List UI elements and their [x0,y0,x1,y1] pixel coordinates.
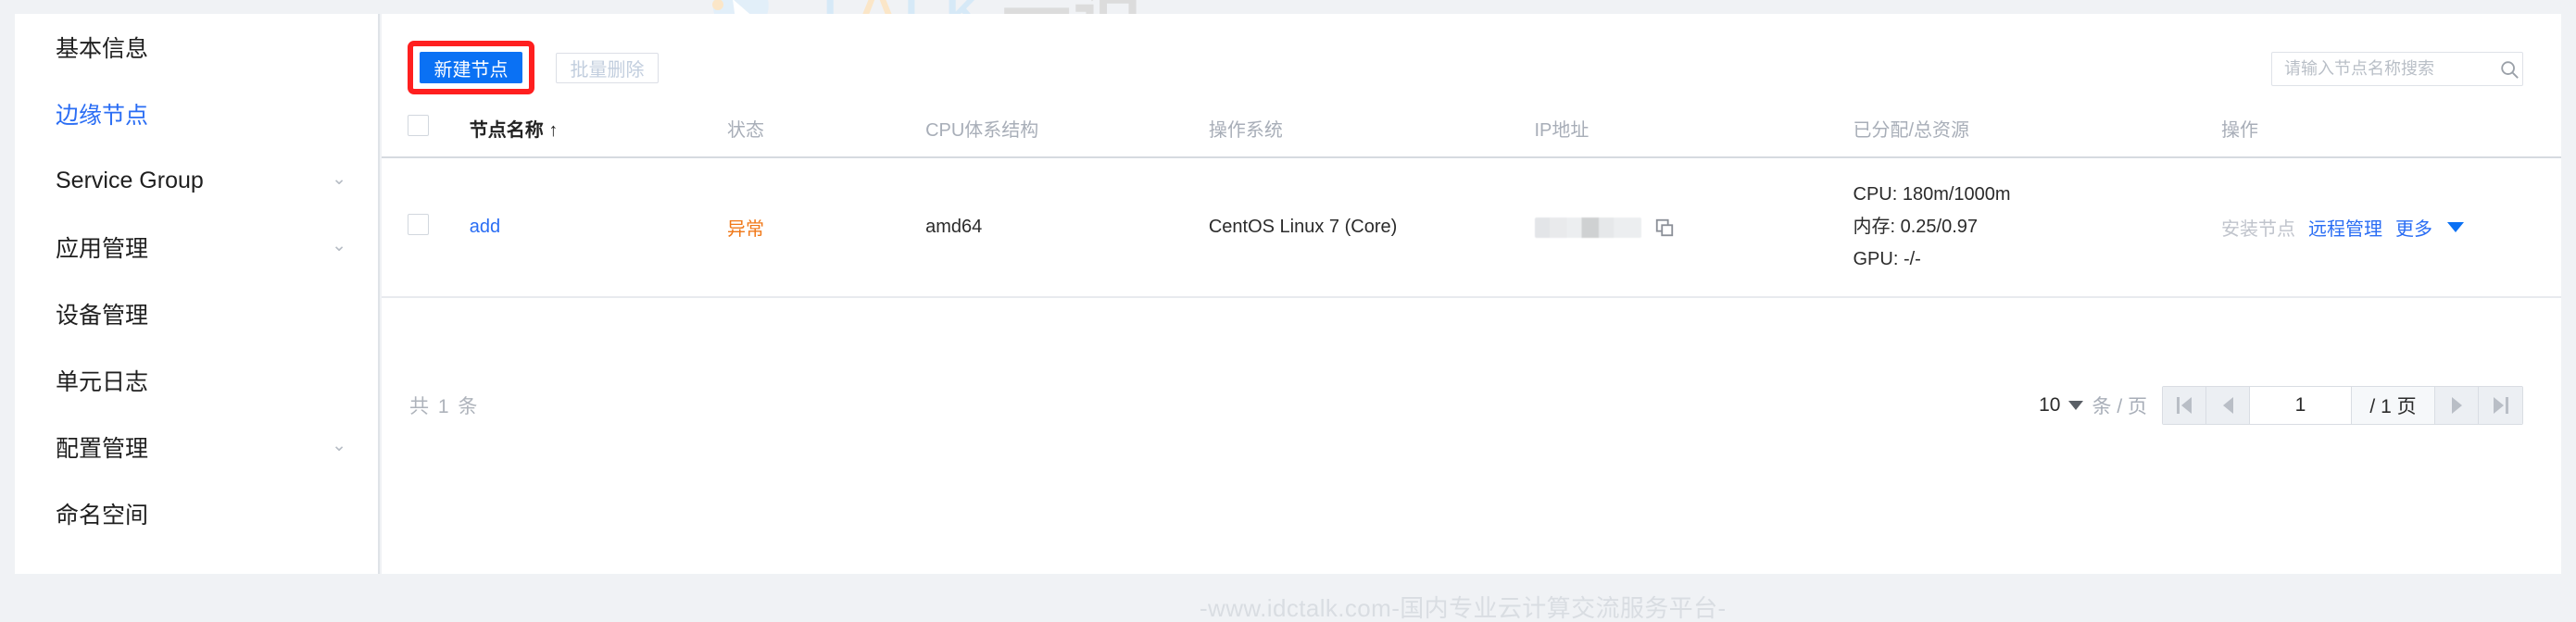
header-resource[interactable]: 已分配/总资源 [1853,102,2222,158]
last-page-button[interactable] [2479,387,2522,424]
table-head: 节点名称 ↑ 状态 CPU体系结构 操作系统 IP地址 已分配/总资源 操作 [382,102,2561,158]
sidebar-item-label: Service Group [56,167,204,193]
header-cpu-arch[interactable]: CPU体系结构 [925,102,1209,158]
cell-cpu-arch: amd64 [925,157,1209,298]
chevron-down-icon[interactable]: ⌄ [332,237,346,255]
cell-state: 异常 [727,157,926,298]
sidebar-item-4[interactable]: 设备管理 [15,280,378,347]
total-pages-label: / 1 页 [2352,387,2435,424]
chevron-down-icon[interactable]: ⌄ [332,170,346,188]
sidebar-item-label: 命名空间 [56,503,149,529]
sidebar-item-label: 基本信息 [56,36,149,62]
header-operations[interactable]: 操作 [2221,102,2561,158]
status-badge: 异常 [727,219,765,240]
page-size-chevron-down-icon[interactable] [2068,401,2084,410]
sidebar: 基本信息边缘节点 Service Group ⌄ 应用管理 ⌄ 设备管理单元日志配置管理 ⌄… [15,14,380,574]
remote-manage-action[interactable]: 远程管理 [2308,214,2382,241]
sidebar-item-2[interactable]: Service Group ⌄ [15,147,378,214]
table-footer: 共 1 条 10 条 / 页 1 / 1 页 [382,373,2561,438]
toolbar: 新建节点 批量删除 [382,14,2561,102]
current-page-input[interactable]: 1 [2250,387,2352,424]
highlight-box [408,41,534,94]
cell-resource: CPU: 180m/1000m 内存: 0.25/0.97 GPU: -/- [1853,157,2222,298]
header-ip[interactable]: IP地址 [1534,102,1853,158]
sidebar-item-6[interactable]: 配置管理 ⌄ [15,414,378,480]
table-header-row: 节点名称 ↑ 状态 CPU体系结构 操作系统 IP地址 已分配/总资源 操作 [382,102,2561,158]
header-state[interactable]: 状态 [727,102,926,158]
batch-delete-button[interactable]: 批量删除 [556,53,659,83]
node-table: 节点名称 ↑ 状态 CPU体系结构 操作系统 IP地址 已分配/总资源 操作 a… [382,102,2561,298]
resource-gpu: GPU: -/- [1853,249,1921,269]
sidebar-item-label: 应用管理 [56,236,149,262]
content-panel: 新建节点 批量删除 请输入节点名称搜索 节点名称 ↑ 状态 CPU体系结构 操作… [382,14,2561,574]
cell-operations: 安装节点 远程管理 更多 [2221,157,2561,298]
install-node-action[interactable]: 安装节点 [2221,214,2295,241]
pagination: 10 条 / 页 1 / 1 页 [2039,386,2523,425]
sidebar-item-3[interactable]: 应用管理 ⌄ [15,214,378,280]
row-select-cell[interactable] [382,157,470,298]
cell-ip [1534,157,1853,298]
chevron-down-icon[interactable]: ⌄ [332,437,346,454]
row-checkbox[interactable] [408,214,429,235]
first-page-button[interactable] [2163,387,2206,424]
search-box[interactable] [2271,52,2523,86]
sidebar-item-label: 配置管理 [56,436,149,462]
header-select-all[interactable] [382,102,470,158]
page-size-unit: 条 / 页 [2092,396,2147,417]
sort-asc-icon[interactable]: ↑ [548,120,558,141]
ip-address-redacted [1534,217,1641,238]
copy-icon[interactable] [1654,218,1675,238]
select-all-checkbox[interactable] [408,115,429,136]
watermark-url-bottom: -www.idctalk.com-国内专业云计算交流服务平台- [1200,594,1727,622]
node-name-link[interactable]: add [470,217,500,237]
sidebar-item-label: 单元日志 [56,369,149,395]
chevron-down-icon[interactable] [2447,222,2465,232]
total-count-label: 共 1 条 [409,396,480,417]
resource-memory: 内存: 0.25/0.97 [1853,217,1979,237]
header-node-name-label: 节点名称 [469,120,544,141]
sidebar-item-1[interactable]: 边缘节点 [15,81,378,147]
cell-os: CentOS Linux 7 (Core) [1208,157,1535,298]
next-page-button[interactable] [2435,387,2479,424]
table-body: add 异常 amd64 CentOS Linux 7 (Core) CPU: … [382,157,2561,298]
cell-node-name: add [469,157,728,298]
resource-cpu: CPU: 180m/1000m [1853,184,2011,205]
more-action[interactable]: 更多 [2395,214,2432,241]
page-size-select[interactable]: 10 条 / 页 [2039,392,2147,419]
header-os[interactable]: 操作系统 [1208,102,1535,158]
table-row: add 异常 amd64 CentOS Linux 7 (Core) CPU: … [382,157,2561,298]
sidebar-item-label: 设备管理 [56,303,149,329]
sidebar-item-5[interactable]: 单元日志 [15,347,378,414]
pagination-controls: 1 / 1 页 [2162,386,2523,425]
page-size-value: 10 [2039,394,2061,416]
app-page: c TALK云说 -www.idctalk.com-国内专业云计算交流服务平台-… [0,0,2576,622]
sidebar-item-label: 边缘节点 [56,103,149,129]
header-node-name[interactable]: 节点名称 ↑ [469,102,728,158]
prev-page-button[interactable] [2206,387,2250,424]
sidebar-item-7[interactable]: 命名空间 [15,480,378,547]
sidebar-item-0[interactable]: 基本信息 [15,14,378,81]
search-icon[interactable] [2499,59,2519,80]
search-input[interactable] [2284,59,2499,79]
